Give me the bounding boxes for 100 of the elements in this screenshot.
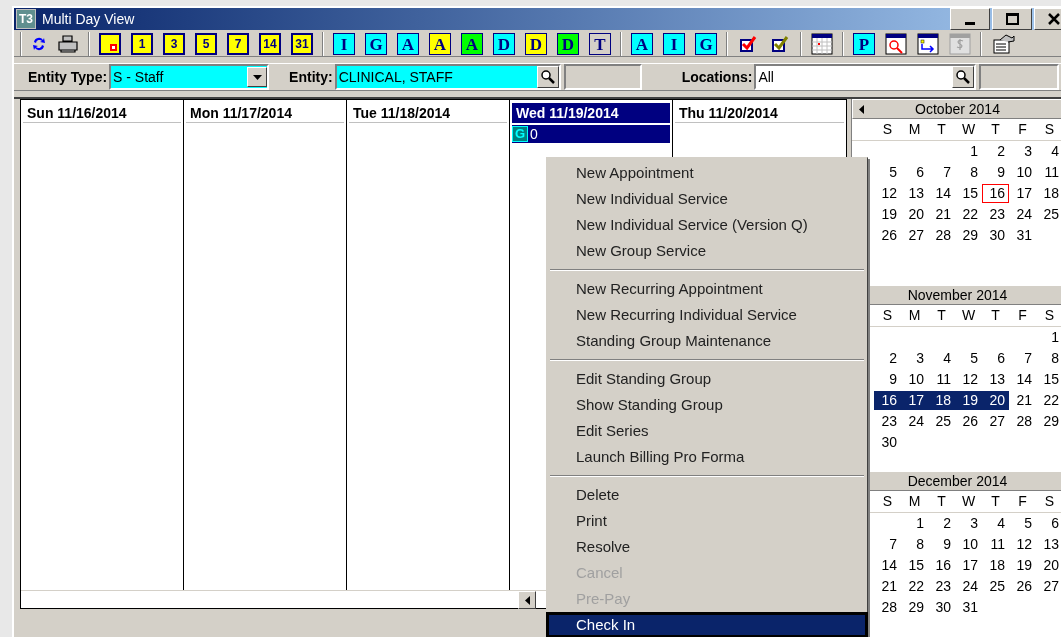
calendar-day[interactable]: 18 [1036,184,1061,203]
calendar-day[interactable]: 29 [1036,412,1061,431]
menu-item[interactable]: Edit Series [549,418,865,444]
calendar-day[interactable]: 28 [874,598,901,617]
calendar-day[interactable]: 3 [901,349,928,368]
calendar-day[interactable]: 24 [955,577,982,596]
day-header[interactable]: Sun 11/16/2014 [23,103,181,123]
calendar-day[interactable]: 25 [982,577,1009,596]
prev-month-arrow-icon[interactable] [859,104,864,114]
calendar-day[interactable]: 27 [982,412,1009,431]
calendar-day[interactable]: 25 [1036,205,1061,224]
calendar-day[interactable]: 15 [901,556,928,575]
calendar-day[interactable]: 23 [874,412,901,431]
menu-item[interactable]: Show Standing Group [549,392,865,418]
calendar-day[interactable]: 19 [955,391,982,410]
calendar-day[interactable]: 9 [982,163,1009,182]
calendar-day[interactable]: 2 [928,514,955,533]
appointment-entry[interactable]: G 0 [512,125,670,143]
locations-field[interactable]: All [754,64,977,90]
letter-button[interactable]: T [589,33,611,55]
calendar-day[interactable]: 12 [955,370,982,389]
calendar-day[interactable]: 29 [901,598,928,617]
printer-icon[interactable] [57,34,79,54]
day-header[interactable]: Tue 11/18/2014 [349,103,507,123]
calendar-day[interactable]: 20 [901,205,928,224]
calendar-day-button[interactable]: 7 [227,33,249,55]
calendar-day[interactable]: 26 [1009,577,1036,596]
calendar-day[interactable]: 30 [928,598,955,617]
calendar-day[interactable]: 20 [982,391,1009,410]
calendar-day[interactable]: 5 [874,163,901,182]
calendar-day[interactable]: 2 [874,349,901,368]
letter-button[interactable]: I [663,33,685,55]
day-header[interactable]: Wed 11/19/2014 [512,103,670,123]
calendar-day[interactable]: 2 [982,142,1009,161]
entity-type-dropdown[interactable]: S - Staff [109,64,270,90]
calendar-day[interactable]: 13 [982,370,1009,389]
calendar-day-button[interactable]: 3 [163,33,185,55]
calendar-day[interactable]: 7 [1009,349,1036,368]
calendar-day-button[interactable] [99,33,121,55]
calendar-day[interactable]: 28 [1009,412,1036,431]
calendar-day[interactable]: 11 [928,370,955,389]
search-button[interactable] [952,66,975,88]
calendar-day-button[interactable]: 1 [131,33,153,55]
calendar-day[interactable]: 16 [928,556,955,575]
checkbox-icon[interactable] [770,34,790,54]
calendar-icon[interactable] [811,33,833,55]
calendar-day[interactable]: 28 [928,226,955,245]
calendar-day[interactable]: 29 [955,226,982,245]
calendar-day[interactable]: 19 [874,205,901,224]
calendar-day[interactable]: 23 [982,205,1009,224]
calendar-day[interactable]: 7 [874,535,901,554]
menu-item[interactable]: New Group Service [549,238,865,264]
calendar-search-icon[interactable] [885,33,907,55]
menu-item[interactable]: Launch Billing Pro Forma [549,444,865,470]
letter-button[interactable]: G [695,33,717,55]
letter-button[interactable]: A [397,33,419,55]
calendar-day[interactable]: 16 [982,184,1009,203]
calendar-day[interactable]: 1 [955,142,982,161]
calendar-day[interactable]: 21 [874,577,901,596]
calendar-day[interactable]: 3 [1009,142,1036,161]
letter-button[interactable]: D [557,33,579,55]
menu-item[interactable]: New Individual Service [549,186,865,212]
menu-item[interactable]: New Recurring Appointment [549,276,865,302]
letter-button[interactable]: P [853,33,875,55]
letter-button[interactable]: D [493,33,515,55]
menu-item[interactable]: Check In [546,612,868,637]
calendar-day[interactable]: 10 [1009,163,1036,182]
calendar-day[interactable]: 4 [1036,142,1061,161]
calendar-day-button[interactable]: 5 [195,33,217,55]
calendar-day[interactable]: 15 [1036,370,1061,389]
calendar-day[interactable]: 1 [901,514,928,533]
menu-item[interactable]: Print [549,508,865,534]
menu-item[interactable]: Delete [549,482,865,508]
menu-item[interactable]: Resolve [549,534,865,560]
refresh-icon[interactable] [31,36,47,52]
calendar-day[interactable]: 11 [1036,163,1061,182]
calendar-day[interactable]: 26 [874,226,901,245]
letter-button[interactable]: A [429,33,451,55]
calendar-day[interactable]: 31 [1009,226,1036,245]
calendar-day[interactable]: 23 [928,577,955,596]
calendar-day[interactable]: 26 [955,412,982,431]
checkbox-icon[interactable] [738,34,758,54]
letter-button[interactable]: A [631,33,653,55]
calendar-day[interactable]: 11 [982,535,1009,554]
calendar-day[interactable]: 22 [1036,391,1061,410]
search-button[interactable] [536,66,559,88]
calendar-day[interactable]: 27 [901,226,928,245]
calendar-day[interactable]: 12 [1009,535,1036,554]
calendar-day[interactable]: 13 [901,184,928,203]
calendar-day[interactable]: 9 [874,370,901,389]
calendar-day[interactable]: 17 [901,391,928,410]
calendar-day[interactable]: 31 [955,598,982,617]
calendar-day[interactable]: 19 [1009,556,1036,575]
menu-item[interactable]: New Appointment [549,160,865,186]
maximize-button[interactable] [992,8,1032,30]
calendar-day[interactable]: 27 [1036,577,1061,596]
calendar-day[interactable]: 8 [955,163,982,182]
day-header[interactable]: Mon 11/17/2014 [186,103,344,123]
calendar-day[interactable]: 21 [928,205,955,224]
calendar-day[interactable]: 22 [901,577,928,596]
